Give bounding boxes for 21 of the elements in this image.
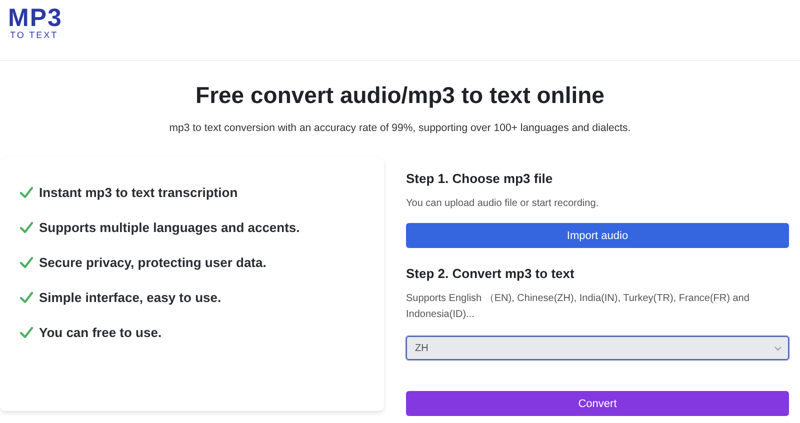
logo[interactable]: MP3 TO TEXT <box>8 6 62 40</box>
step-heading: Step 1. Choose mp3 file <box>406 171 554 186</box>
feature-text: Secure privacy, protecting user data. <box>39 255 266 270</box>
feature-text: Simple interface, easy to use. <box>39 290 222 305</box>
page-title: Free convert audio/mp3 to text online <box>194 82 606 109</box>
check-icon <box>20 327 33 338</box>
feature-text: Instant mp3 to text transcription <box>39 185 238 200</box>
check-icon <box>20 222 33 233</box>
step-note: You can upload audio file or start recording. <box>406 197 600 211</box>
page-subtitle: mp3 to text conversion with an accuracy rate of 99%, supporting over 100+ languages and dialects. <box>168 122 632 134</box>
language-select[interactable]: ZH <box>406 336 789 360</box>
check-icon <box>20 187 33 198</box>
check-icon <box>20 257 33 268</box>
feature-text: You can free to use. <box>39 325 162 340</box>
feature-text: Supports multiple languages and accents. <box>39 220 300 235</box>
convert-button[interactable]: Convert <box>406 391 789 416</box>
step-note: Supports English （EN), Chinese(ZH), India(IN), Turkey(TR), France(FR) and Indonesia(ID)... <box>406 292 750 322</box>
import-audio-button[interactable]: Import audio <box>406 223 789 248</box>
step-heading: Step 2. Convert mp3 to text <box>406 266 576 281</box>
chevron-icon <box>774 346 782 350</box>
check-icon <box>20 292 33 303</box>
